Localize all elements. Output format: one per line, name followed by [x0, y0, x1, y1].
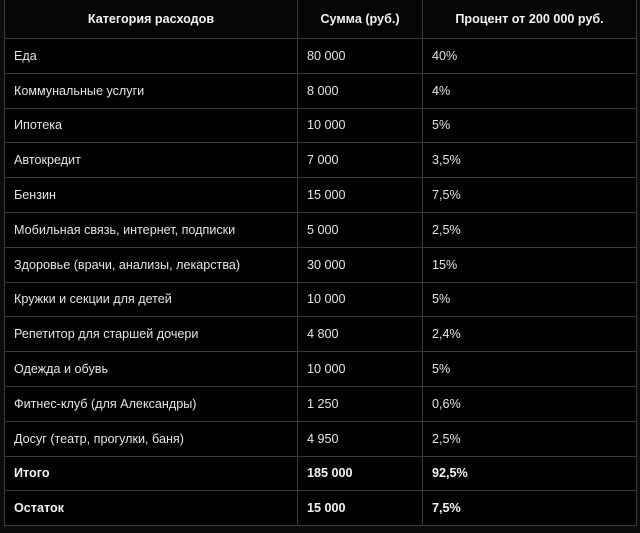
cell-amount: 30 000	[297, 246, 423, 283]
cell-category: Одежда и обувь	[4, 351, 298, 387]
cell-total-percent: 92,5%	[422, 455, 637, 492]
cell-total-amount: 185 000	[297, 455, 423, 492]
header-category: Категория расходов	[4, 0, 298, 39]
header-percent: Процент от 200 000 руб.	[422, 0, 637, 39]
cell-category: Фитнес-клуб (для Александры)	[4, 385, 298, 422]
table-row: Ипотека 10 000 5%	[4, 107, 637, 144]
cell-remainder-amount: 15 000	[297, 490, 423, 527]
cell-category: Коммунальные услуги	[4, 72, 298, 109]
cell-percent: 2,4%	[422, 316, 637, 353]
cell-category: Автокредит	[4, 142, 298, 179]
cell-category: Еда	[4, 38, 298, 74]
table-row: Здоровье (врачи, анализы, лекарства) 30 …	[4, 246, 637, 283]
cell-percent: 5%	[422, 351, 637, 387]
cell-category: Мобильная связь, интернет, подписки	[4, 211, 298, 248]
cell-total-label: Итого	[4, 455, 298, 492]
cell-category: Ипотека	[4, 107, 298, 144]
cell-amount: 1 250	[297, 385, 423, 422]
cell-category: Репетитор для старшей дочери	[4, 316, 298, 353]
table-row: Фитнес-клуб (для Александры) 1 250 0,6%	[4, 385, 637, 422]
cell-percent: 4%	[422, 72, 637, 109]
cell-amount: 10 000	[297, 281, 423, 318]
cell-percent: 2,5%	[422, 211, 637, 248]
expense-table: Категория расходов Сумма (руб.) Процент …	[4, 0, 637, 527]
cell-remainder-percent: 7,5%	[422, 490, 637, 527]
cell-amount: 7 000	[297, 142, 423, 179]
cell-amount: 8 000	[297, 72, 423, 109]
cell-percent: 5%	[422, 107, 637, 144]
cell-percent: 2,5%	[422, 420, 637, 457]
total-row: Итого 185 000 92,5%	[4, 455, 637, 492]
table-row: Одежда и обувь 10 000 5%	[4, 351, 637, 387]
cell-remainder-label: Остаток	[4, 490, 298, 527]
cell-amount: 4 950	[297, 420, 423, 457]
table-row: Еда 80 000 40%	[4, 38, 637, 74]
table-row: Досуг (театр, прогулки, баня) 4 950 2,5%	[4, 420, 637, 457]
cell-category: Бензин	[4, 177, 298, 213]
header-row: Категория расходов Сумма (руб.) Процент …	[4, 0, 637, 39]
cell-category: Досуг (театр, прогулки, баня)	[4, 420, 298, 457]
table-header: Категория расходов Сумма (руб.) Процент …	[4, 0, 637, 39]
table-row: Мобильная связь, интернет, подписки 5 00…	[4, 211, 637, 248]
cell-percent: 15%	[422, 246, 637, 283]
table-row: Кружки и секции для детей 10 000 5%	[4, 281, 637, 318]
cell-percent: 0,6%	[422, 385, 637, 422]
table-row: Коммунальные услуги 8 000 4%	[4, 72, 637, 109]
remainder-row: Остаток 15 000 7,5%	[4, 490, 637, 527]
cell-amount: 80 000	[297, 38, 423, 74]
cell-amount: 5 000	[297, 211, 423, 248]
cell-percent: 3,5%	[422, 142, 637, 179]
table-row: Репетитор для старшей дочери 4 800 2,4%	[4, 316, 637, 353]
cell-percent: 5%	[422, 281, 637, 318]
cell-amount: 10 000	[297, 107, 423, 144]
header-amount: Сумма (руб.)	[297, 0, 423, 39]
expense-table-container: Категория расходов Сумма (руб.) Процент …	[0, 0, 640, 533]
table-body: Еда 80 000 40% Коммунальные услуги 8 000…	[4, 38, 637, 527]
cell-category: Кружки и секции для детей	[4, 281, 298, 318]
table-row: Автокредит 7 000 3,5%	[4, 142, 637, 179]
cell-amount: 15 000	[297, 177, 423, 213]
cell-category: Здоровье (врачи, анализы, лекарства)	[4, 246, 298, 283]
cell-amount: 4 800	[297, 316, 423, 353]
table-row: Бензин 15 000 7,5%	[4, 177, 637, 213]
cell-amount: 10 000	[297, 351, 423, 387]
cell-percent: 40%	[422, 38, 637, 74]
cell-percent: 7,5%	[422, 177, 637, 213]
